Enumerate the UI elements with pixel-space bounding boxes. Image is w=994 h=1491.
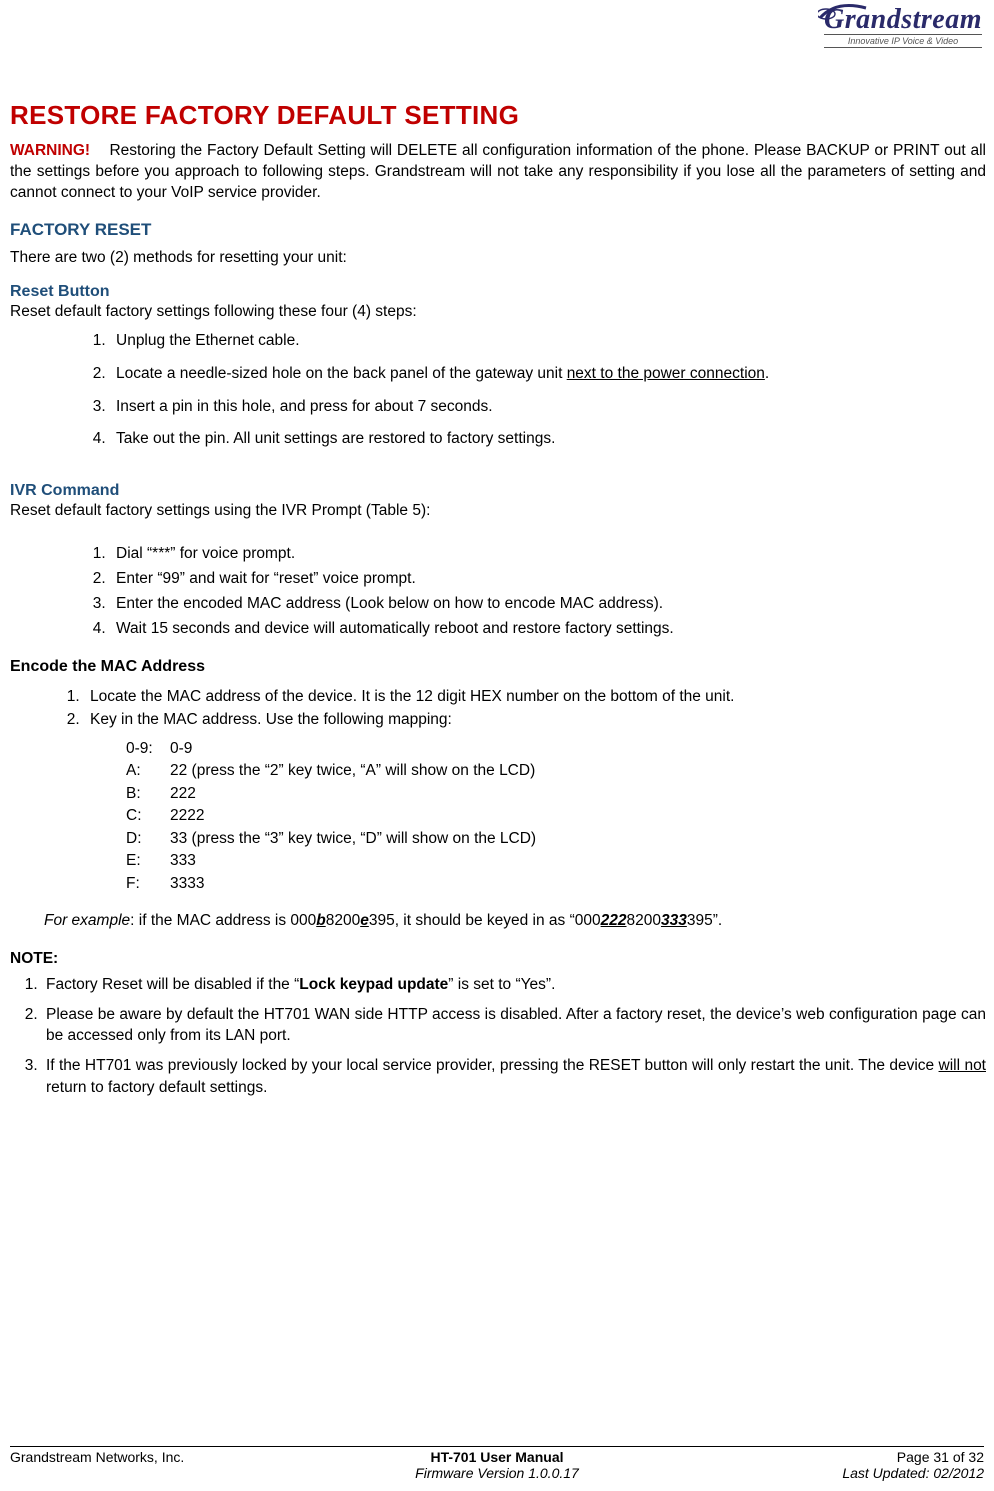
ivr-heading: IVR Command [10, 482, 986, 500]
reset-button-steps: Unplug the Ethernet cable. Locate a need… [10, 325, 986, 457]
note-list: Factory Reset will be disabled if the “L… [10, 970, 986, 1102]
reset-step-1: Unplug the Ethernet cable. [110, 325, 986, 358]
swoosh-icon [818, 0, 868, 24]
encode-step-2: Key in the MAC address. Use the followin… [84, 709, 986, 732]
reset-step-2: Locate a needle-sized hole on the back p… [110, 358, 986, 391]
footer-updated: Last Updated: 02/2012 [842, 1465, 984, 1481]
encode-example: For example: if the MAC address is 000b8… [44, 911, 986, 932]
encode-steps: Locate the MAC address of the device. It… [10, 686, 986, 732]
ivr-intro: Reset default factory settings using the… [10, 502, 986, 520]
encode-heading: Encode the MAC Address [10, 658, 986, 676]
mac-mapping: 0-9:0-9 A:22 (press the “2” key twice, “… [126, 738, 986, 895]
ivr-steps: Dial “***” for voice prompt. Enter “99” … [10, 542, 986, 642]
reset-button-intro: Reset default factory settings following… [10, 303, 986, 321]
brand-tagline: Innovative IP Voice & Video [824, 34, 982, 48]
brand-logo: Grandstream Innovative IP Voice & Video [824, 4, 982, 48]
ivr-step-3: Enter the encoded MAC address (Look belo… [110, 592, 986, 617]
footer-page: Page 31 of 32 [897, 1449, 984, 1465]
ivr-step-4: Wait 15 seconds and device will automati… [110, 617, 986, 642]
footer-company: Grandstream Networks, Inc. [10, 1449, 335, 1481]
note-2: Please be aware by default the HT701 WAN… [42, 1000, 986, 1051]
reset-step-4: Take out the pin. All unit settings are … [110, 423, 986, 456]
factory-reset-intro: There are two (2) methods for resetting … [10, 248, 986, 269]
footer-firmware: Firmware Version 1.0.0.17 [415, 1465, 579, 1481]
page-title: RESTORE FACTORY DEFAULT SETTING [10, 100, 986, 131]
note-3: If the HT701 was previously locked by yo… [42, 1051, 986, 1102]
reset-step-3: Insert a pin in this hole, and press for… [110, 391, 986, 424]
note-1: Factory Reset will be disabled if the “L… [42, 970, 986, 1000]
warning-paragraph: WARNING! Restoring the Factory Default S… [10, 141, 986, 204]
warning-text: Restoring the Factory Default Setting wi… [10, 142, 986, 201]
warning-label: WARNING! [10, 142, 90, 159]
ivr-step-2: Enter “99” and wait for “reset” voice pr… [110, 567, 986, 592]
page-footer: Grandstream Networks, Inc. HT-701 User M… [10, 1446, 984, 1481]
encode-step-1: Locate the MAC address of the device. It… [84, 686, 986, 709]
reset-button-heading: Reset Button [10, 283, 986, 301]
factory-reset-heading: FACTORY RESET [10, 220, 986, 240]
ivr-step-1: Dial “***” for voice prompt. [110, 542, 986, 567]
note-heading: NOTE: [10, 950, 986, 968]
footer-manual: HT-701 User Manual [430, 1449, 563, 1465]
